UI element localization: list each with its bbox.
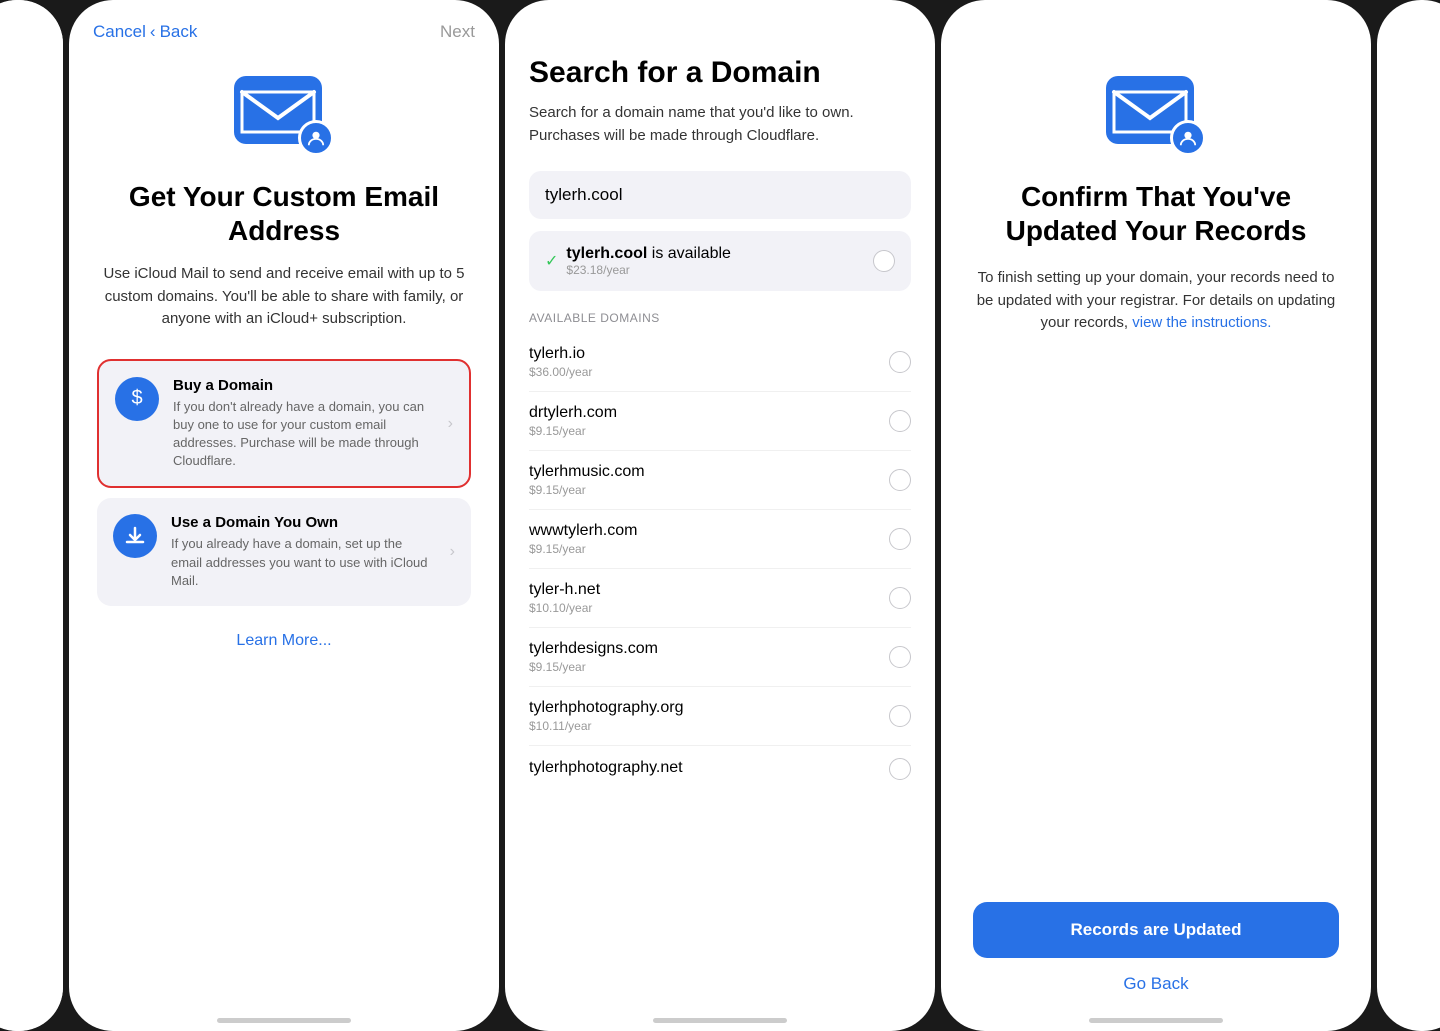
domain-price: $36.00/year [529,365,592,379]
domain-item[interactable]: wwwtylerh.com $9.15/year [529,510,911,569]
domain-radio[interactable] [889,758,911,780]
next-button[interactable]: Next [440,22,475,42]
screen-search-domain: Search for a Domain Search for a domain … [505,0,935,1031]
domain-name: tylerhphotography.org [529,699,683,717]
email-icon-container [234,76,334,156]
dollar-icon: $ [131,387,142,410]
home-indicator-3 [1089,1018,1223,1023]
user-icon [307,129,325,147]
domain-item[interactable]: tyler-h.net $10.10/year [529,569,911,628]
screen-custom-email: Cancel ‹ Back Next [69,0,499,1031]
top-navigation-2 [505,0,935,56]
domain-name: wwwtylerh.com [529,522,637,540]
home-indicator-2 [653,1018,787,1023]
screen2-subtitle: Search for a domain name that you'd like… [529,102,911,147]
screen2-body: Search for a Domain Search for a domain … [505,56,935,816]
domain-price: $9.15/year [529,542,637,556]
use-own-domain-desc: If you already have a domain, set up the… [171,535,436,590]
domain-item-info: tylerhmusic.com $9.15/year [529,463,645,497]
domain-name: drtylerh.com [529,404,617,422]
nav-back-group: Cancel ‹ Back [93,22,197,42]
buy-domain-option[interactable]: $ Buy a Domain If you don't already have… [97,359,471,489]
cancel-button[interactable]: Cancel [93,22,146,42]
check-icon: ✓ [545,251,558,271]
domain-search-input[interactable] [529,171,911,219]
screen-confirm-records: Confirm That You've Updated Your Records… [941,0,1371,1031]
go-back-button[interactable]: Go Back [1123,974,1188,994]
available-domain-price: $23.18/year [566,263,731,277]
domain-item[interactable]: tylerh.io $36.00/year [529,333,911,392]
domain-item-info: drtylerh.com $9.15/year [529,404,617,438]
domain-bold: tylerh.cool [566,245,647,262]
use-own-domain-chevron: › [450,543,455,561]
records-updated-button[interactable]: Records are Updated [973,902,1339,958]
domain-item-info: tyler-h.net $10.10/year [529,581,600,615]
domain-radio[interactable] [889,646,911,668]
screen1-title: Get Your Custom Email Address [97,180,471,247]
learn-more-link[interactable]: Learn More... [236,632,331,650]
buy-domain-title: Buy a Domain [173,377,434,394]
screen2-title: Search for a Domain [529,56,911,90]
top-navigation: Cancel ‹ Back Next [69,0,499,56]
use-own-domain-option[interactable]: Use a Domain You Own If you already have… [97,498,471,606]
user-badge [298,120,334,156]
domain-item-info: tylerhphotography.net [529,759,683,779]
domain-price: $10.10/year [529,601,600,615]
screen3-body: Confirm That You've Updated Your Records… [941,56,1371,1018]
domain-price: $9.15/year [529,483,645,497]
available-result-radio[interactable] [873,250,895,272]
confirm-user-icon [1179,129,1197,147]
use-own-domain-title: Use a Domain You Own [171,514,436,531]
screen1-subtitle: Use iCloud Mail to send and receive emai… [97,263,471,331]
download-icon [124,525,146,547]
domain-radio[interactable] [889,351,911,373]
view-instructions-link[interactable]: view the instructions. [1132,314,1271,331]
use-own-domain-text: Use a Domain You Own If you already have… [171,514,436,590]
top-navigation-3 [941,0,1371,56]
domain-price: $9.15/year [529,660,658,674]
confirm-email-icon-container [1106,76,1206,156]
domain-item[interactable]: tylerhphotography.net [529,746,911,792]
domain-name: tylerhmusic.com [529,463,645,481]
screen1-body: Get Your Custom Email Address Use iCloud… [69,56,499,674]
buy-domain-chevron: › [448,415,453,433]
available-result[interactable]: ✓ tylerh.cool is available $23.18/year [529,231,911,291]
available-domain-name: tylerh.cool is available [566,245,731,263]
confirm-user-badge [1170,120,1206,156]
domain-item[interactable]: tylerhdesigns.com $9.15/year [529,628,911,687]
domain-price: $9.15/year [529,424,617,438]
domain-radio[interactable] [889,587,911,609]
domain-name: tyler-h.net [529,581,600,599]
domain-radio[interactable] [889,410,911,432]
use-own-domain-icon [113,514,157,558]
chevron-icon: ‹ [150,22,156,42]
domain-radio[interactable] [889,705,911,727]
domain-item[interactable]: drtylerh.com $9.15/year [529,392,911,451]
buy-domain-desc: If you don't already have a domain, you … [173,398,434,471]
domain-price: $10.11/year [529,719,683,733]
available-domains-label: AVAILABLE DOMAINS [529,311,911,325]
domain-item[interactable]: tylerhphotography.org $10.11/year [529,687,911,746]
domain-item-info: tylerhphotography.org $10.11/year [529,699,683,733]
domain-item-info: tylerh.io $36.00/year [529,345,592,379]
back-button[interactable]: Back [160,22,198,42]
domain-radio[interactable] [889,469,911,491]
screen3-desc: To finish setting up your domain, your r… [973,267,1339,335]
domain-name: tylerh.io [529,345,592,363]
domain-list: tylerh.io $36.00/year drtylerh.com $9.15… [529,333,911,792]
domain-radio[interactable] [889,528,911,550]
available-result-left: ✓ tylerh.cool is available $23.18/year [545,245,731,277]
buy-domain-text: Buy a Domain If you don't already have a… [173,377,434,471]
domain-name: tylerhphotography.net [529,759,683,777]
home-indicator [217,1018,351,1023]
buy-domain-icon: $ [115,377,159,421]
available-result-text: tylerh.cool is available $23.18/year [566,245,731,277]
domain-item-info: wwwtylerh.com $9.15/year [529,522,637,556]
domain-name: tylerhdesigns.com [529,640,658,658]
domain-item-info: tylerhdesigns.com $9.15/year [529,640,658,674]
screen3-title: Confirm That You've Updated Your Records [973,180,1339,247]
domain-item[interactable]: tylerhmusic.com $9.15/year [529,451,911,510]
domain-suffix: is available [647,245,731,262]
